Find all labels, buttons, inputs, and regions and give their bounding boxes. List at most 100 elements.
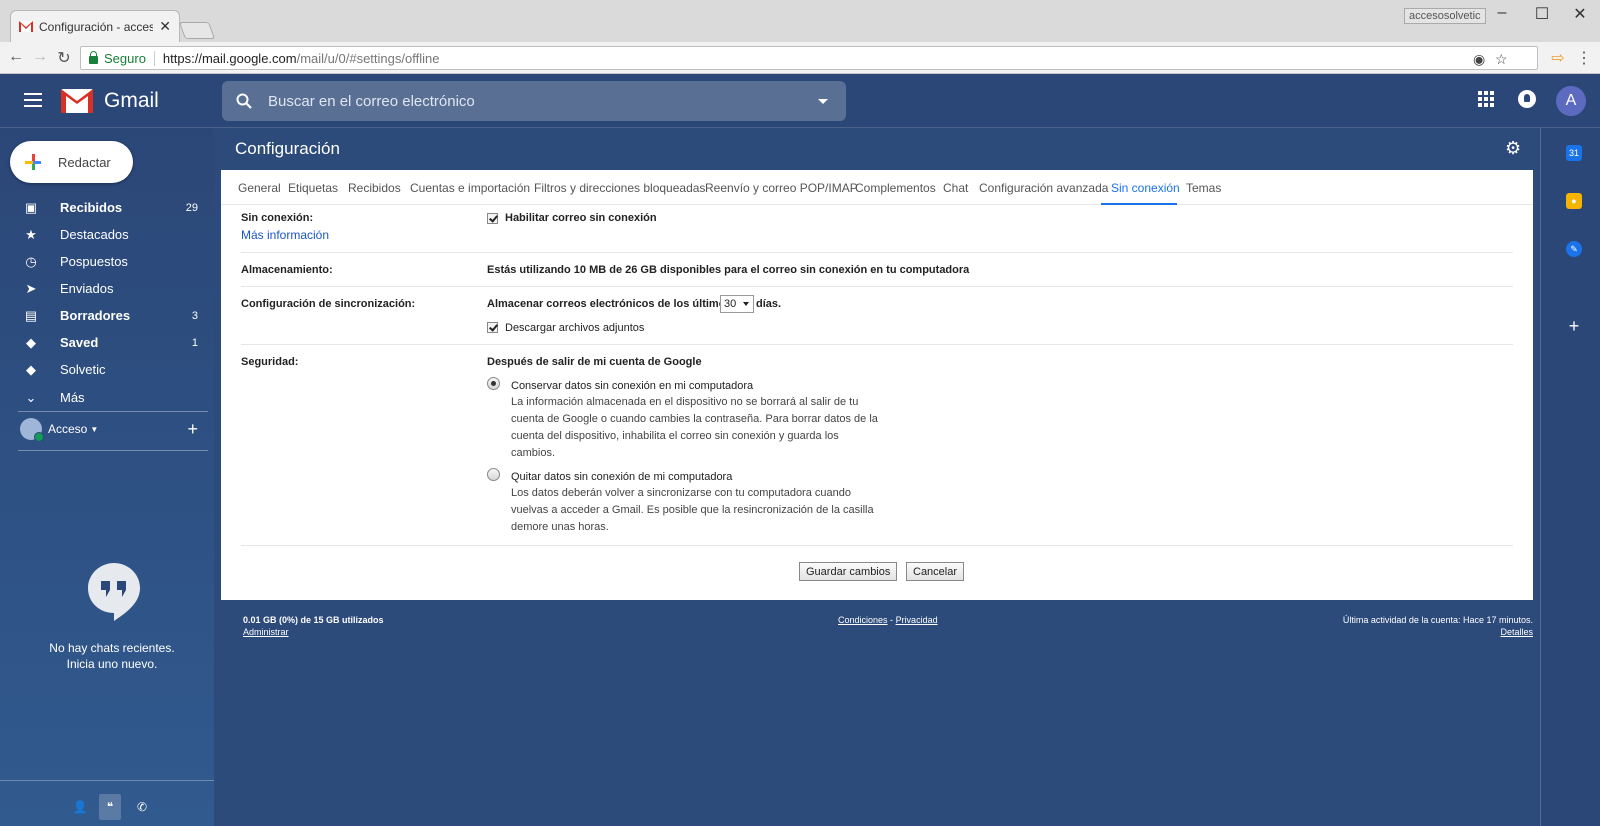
storage-text: Estás utilizando 10 MB de 26 GB disponib…: [487, 264, 970, 276]
last-activity-text: Última actividad de la cuenta: Hace 17 m…: [1342, 615, 1533, 625]
terms-link[interactable]: Condiciones: [838, 615, 888, 625]
download-attachments-checkbox[interactable]: [487, 322, 498, 333]
sidebar-divider: [18, 411, 208, 412]
search-icon[interactable]: [236, 93, 252, 109]
more-info-link[interactable]: Más información: [241, 228, 329, 242]
hangouts-account[interactable]: Acceso ▼ +: [20, 418, 210, 442]
privacy-link[interactable]: Privacidad: [896, 615, 938, 625]
gmail-header: Gmail A: [0, 74, 1600, 128]
address-bar[interactable]: Seguro https://mail.google.com/mail/u/0/…: [80, 46, 1538, 70]
storage-usage: 0.01 GB (0%) de 15 GB utilizados Adminis…: [243, 614, 384, 638]
tab-chat[interactable]: Chat: [943, 181, 968, 195]
minimize-icon[interactable]: –: [1482, 4, 1522, 22]
add-addon-icon[interactable]: +: [1566, 317, 1582, 335]
sidebar-item-label: Borradores: [60, 308, 131, 323]
sidebar-item-destacados[interactable]: ★ Destacados: [0, 221, 210, 248]
remove-data-description: Los datos deberán volver a sincronizarse…: [511, 487, 874, 533]
enable-offline-label: Habilitar correo sin conexión: [505, 212, 657, 224]
maximize-icon[interactable]: ☐: [1522, 4, 1562, 24]
cancel-button[interactable]: Cancelar: [906, 562, 965, 581]
details-link[interactable]: Detalles: [1500, 627, 1533, 637]
tab-etiquetas[interactable]: Etiquetas: [288, 181, 338, 195]
eye-icon[interactable]: ◉: [1473, 51, 1485, 68]
keep-data-label: Conservar datos sin conexión en mi compu…: [511, 380, 754, 392]
sidebar-item-label: Saved: [60, 335, 99, 350]
offline-label: Sin conexión:: [241, 212, 314, 224]
sync-suffix: días.: [756, 298, 782, 310]
sidebar-item-mas[interactable]: ⌄ Más: [0, 384, 210, 411]
enable-offline-checkbox[interactable]: [487, 213, 498, 224]
gear-icon[interactable]: ⚙: [1505, 138, 1521, 159]
close-window-icon[interactable]: ✕: [1560, 4, 1600, 24]
sidebar-item-count: 3: [191, 309, 198, 322]
keep-data-radio[interactable]: [487, 377, 500, 390]
security-heading: Después de salir de mi cuenta de Google: [487, 356, 702, 368]
main-menu-icon[interactable]: [24, 93, 42, 107]
compose-button[interactable]: Redactar: [10, 141, 133, 183]
calendar-icon[interactable]: 31: [1566, 145, 1582, 161]
manage-link[interactable]: Administrar: [243, 627, 289, 637]
back-icon[interactable]: ←: [6, 48, 26, 66]
sidebar-item-label: Solvetic: [60, 362, 106, 377]
sync-prefix: Almacenar correos electrónicos de los úl…: [487, 298, 732, 310]
sync-days-select[interactable]: 30: [720, 295, 754, 313]
tab-recibidos[interactable]: Recibidos: [348, 181, 401, 195]
settings-header: Configuración ⚙: [221, 128, 1533, 170]
apps-grid-icon[interactable]: [1478, 91, 1494, 107]
tab-avanzada[interactable]: Configuración avanzada: [979, 181, 1108, 195]
account-name: Acceso: [48, 422, 88, 436]
start-chat-text: Inicia uno nuevo.: [66, 657, 158, 671]
gmail-logo-icon[interactable]: [61, 89, 93, 113]
menu-dots-icon[interactable]: ⋮: [1574, 48, 1594, 68]
add-contact-icon[interactable]: +: [187, 419, 198, 440]
sidebar-item-saved[interactable]: ◆ Saved 1: [0, 329, 210, 356]
tab-complementos[interactable]: Complementos: [855, 181, 936, 195]
hangouts-chat-icon[interactable]: ❝: [99, 794, 121, 820]
reload-icon[interactable]: ↻: [54, 48, 74, 68]
tab-filtros[interactable]: Filtros y direcciones bloqueadas: [534, 181, 705, 195]
settings-panel: General Etiquetas Recibidos Cuentas e im…: [221, 170, 1533, 600]
sidebar-item-enviados[interactable]: ➤ Enviados: [0, 275, 210, 302]
save-changes-button[interactable]: Guardar cambios: [799, 562, 898, 581]
tab-temas[interactable]: Temas: [1186, 181, 1221, 195]
storage-usage-text: 0.01 GB (0%) de 15 GB utilizados: [243, 615, 384, 625]
tab-general[interactable]: General: [238, 181, 281, 195]
sidebar-divider: [18, 450, 208, 451]
phone-icon[interactable]: ✆: [131, 800, 153, 814]
search-bar[interactable]: [222, 81, 846, 121]
tab-reenvio[interactable]: Reenvío y correo POP/IMAP: [705, 181, 858, 195]
tasks-icon[interactable]: ✎: [1566, 241, 1582, 257]
sidebar-item-borradores[interactable]: ▤ Borradores 3: [0, 302, 210, 329]
extension-icon[interactable]: ⇨: [1548, 48, 1568, 68]
sidebar-item-count: 1: [191, 336, 198, 349]
search-input[interactable]: [268, 92, 818, 110]
sidebar-item-solvetic[interactable]: ◆ Solvetic: [0, 356, 210, 383]
contacts-icon[interactable]: 👤: [69, 800, 91, 814]
bookmark-star-icon[interactable]: ☆: [1495, 51, 1508, 68]
keep-icon[interactable]: ●: [1566, 193, 1582, 209]
footer-links: Condiciones - Privacidad: [838, 614, 938, 626]
close-tab-icon[interactable]: ✕: [159, 18, 171, 35]
gmail-brand[interactable]: Gmail: [104, 89, 159, 113]
account-avatar[interactable]: A: [1556, 86, 1586, 116]
sidebar-item-label: Recibidos: [60, 200, 123, 215]
search-options-chevron-icon[interactable]: [818, 98, 828, 104]
sidebar-item-recibidos[interactable]: ▣ Recibidos 29: [0, 194, 210, 221]
browser-tab[interactable]: Configuración - accesos ✕: [10, 10, 180, 42]
row-divider: [241, 252, 1513, 253]
sidebar-item-pospuestos[interactable]: ◷ Pospuestos: [0, 248, 210, 275]
footer-separator: -: [890, 615, 894, 625]
notifications-icon[interactable]: [1518, 90, 1536, 108]
send-icon: ➤: [25, 280, 37, 296]
profile-name[interactable]: accesosolvetic: [1404, 8, 1486, 24]
tab-cuentas[interactable]: Cuentas e importación: [410, 181, 530, 195]
page-title: Configuración: [235, 139, 340, 158]
secure-label: Seguro: [104, 50, 155, 66]
security-label: Seguridad:: [241, 356, 299, 368]
new-tab-button[interactable]: [178, 22, 216, 39]
tab-sin-conexion[interactable]: Sin conexión: [1111, 181, 1180, 195]
account-photo: [20, 418, 44, 442]
remove-data-radio[interactable]: [487, 468, 500, 481]
clock-icon: ◷: [25, 253, 37, 269]
forward-icon[interactable]: →: [30, 48, 50, 66]
